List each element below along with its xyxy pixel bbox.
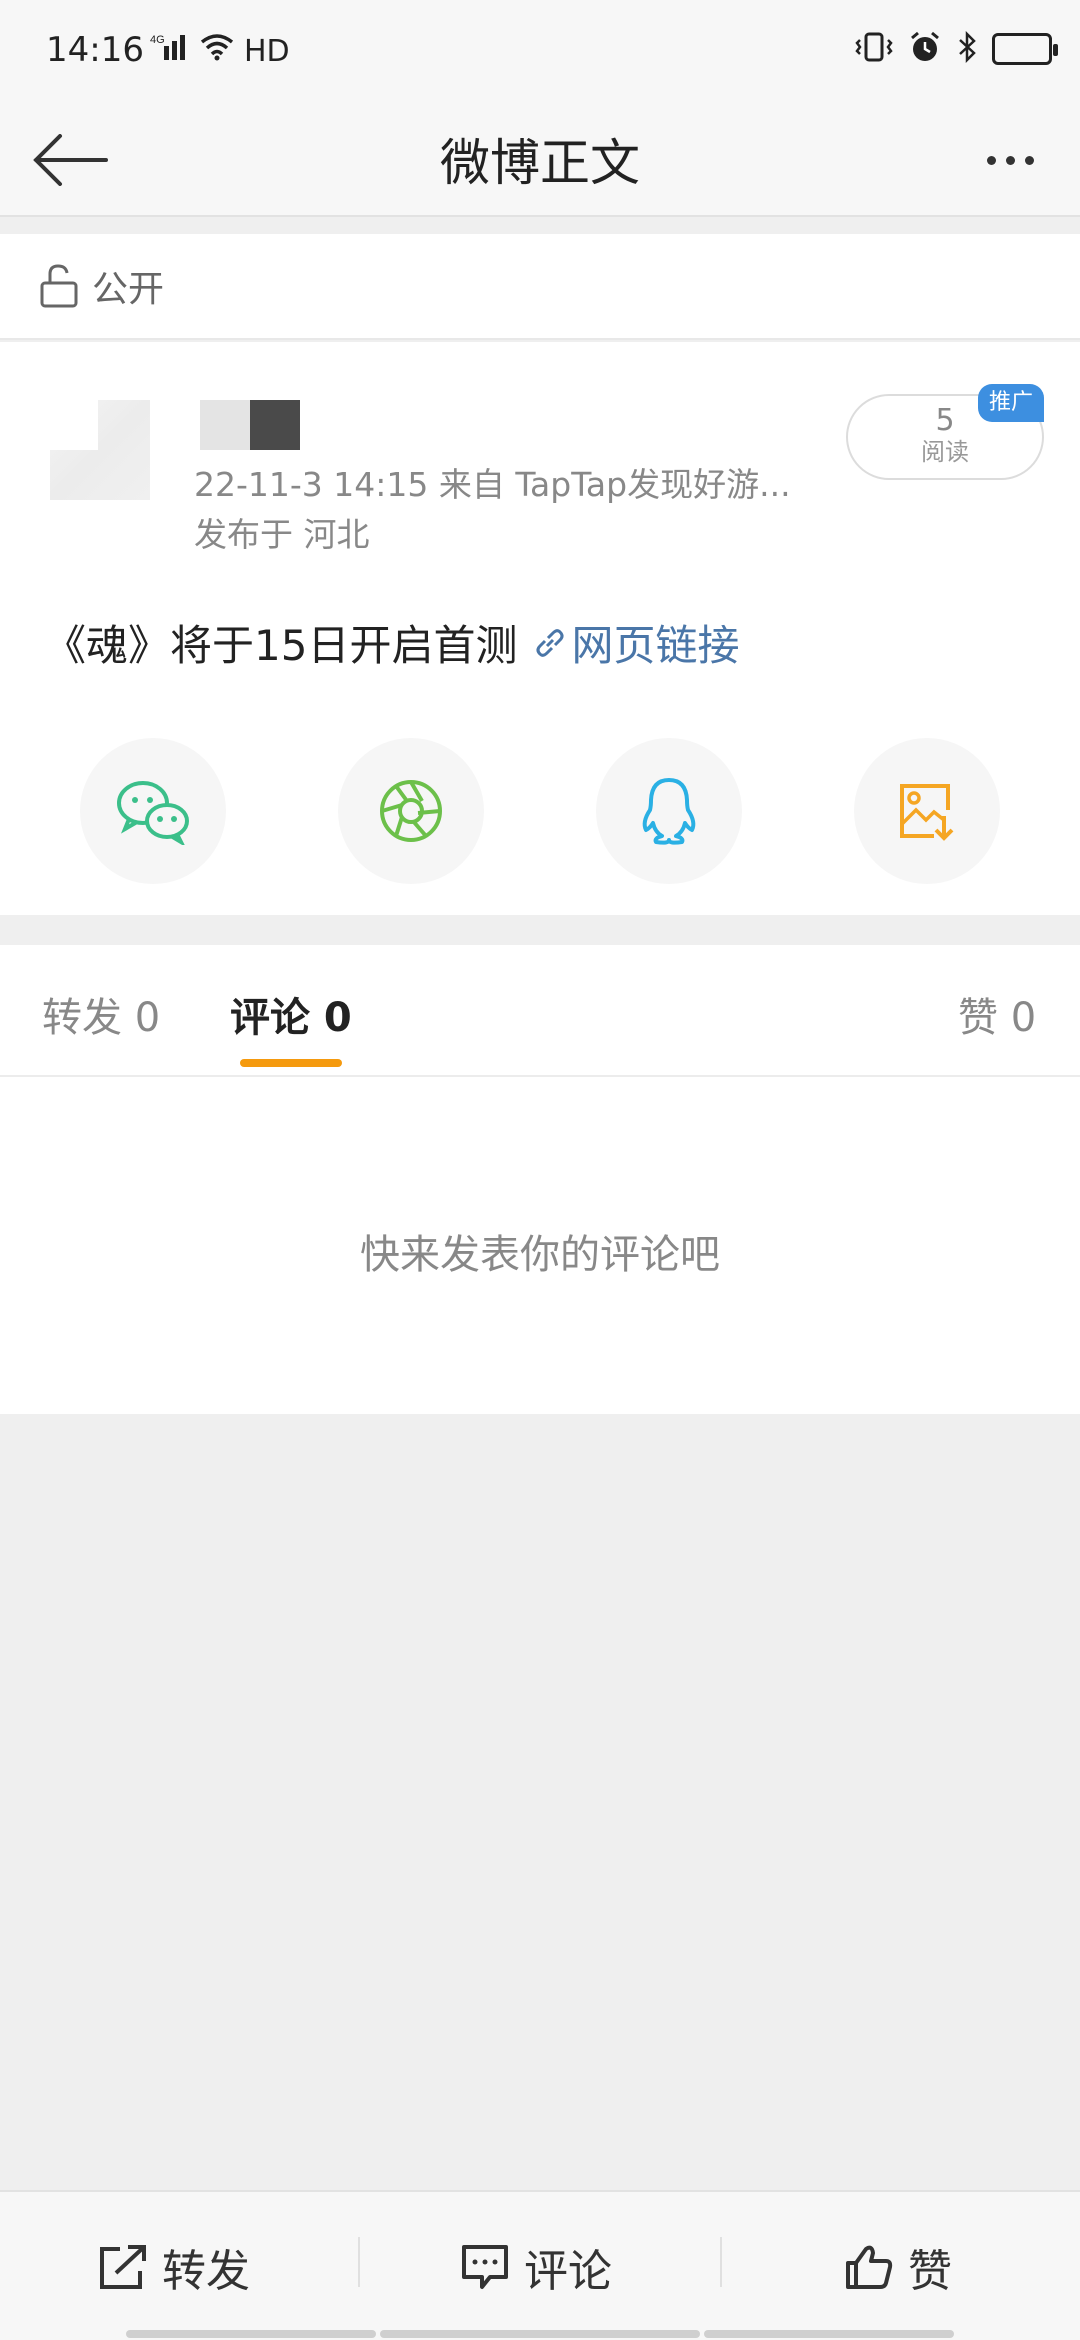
post-text: 《魂》将于15日开启首测 网页链接 [44, 612, 739, 673]
wifi-icon [200, 33, 234, 69]
comment-button[interactable]: 评论 [460, 2192, 612, 2340]
header: 微博正文 [0, 105, 1080, 217]
save-image-button[interactable] [854, 738, 1000, 884]
post-card: 22-11-3 14:15 来自 TapTap发现好游... 发布于 河北 5 … [0, 342, 1080, 915]
thumbs-up-icon [846, 2245, 893, 2289]
avatar[interactable] [50, 400, 150, 500]
tabs-bar: 转发 0 评论 0 赞 0 [0, 945, 1080, 1077]
vibrate-icon [854, 31, 894, 67]
home-indicator [0, 2330, 1080, 2340]
empty-comments-hint: 快来发表你的评论吧 [360, 1232, 720, 1278]
share-out-icon [100, 2245, 146, 2289]
more-dots-icon [986, 155, 996, 165]
divider [358, 2237, 360, 2287]
status-time: 14:16 [46, 30, 144, 70]
more-button[interactable] [965, 125, 1055, 195]
unlock-icon [40, 264, 78, 308]
active-tab-indicator [240, 1059, 342, 1067]
share-wechat-button[interactable] [80, 738, 226, 884]
web-link-label: 网页链接 [571, 621, 740, 670]
post-body: 《魂》将于15日开启首测 [44, 621, 518, 670]
bottom-action-bar: 转发 评论 赞 [0, 2190, 1080, 2340]
share-moments-button[interactable] [338, 738, 484, 884]
save-image-icon [900, 784, 954, 841]
battery-icon [992, 33, 1058, 65]
username-redacted[interactable] [200, 400, 300, 450]
like-label: 赞 [908, 2246, 952, 2297]
network-type: 4G [150, 34, 165, 46]
qq-icon [642, 778, 696, 845]
tab-comment[interactable]: 评论 0 [230, 985, 352, 1043]
reads-label: 阅读 [921, 438, 969, 466]
status-bar: 14:16 4G HD [0, 0, 1080, 105]
link-icon [536, 628, 564, 657]
tab-like[interactable]: 赞 0 [958, 985, 1036, 1043]
promo-tag[interactable]: 推广 [978, 384, 1044, 422]
post-meta: 22-11-3 14:15 来自 TapTap发现好游... 发布于 河北 [194, 460, 791, 560]
post-location: 发布于 河北 [194, 515, 370, 554]
visibility-row: 公开 [0, 234, 1080, 340]
status-left-icons: 4G HD [150, 32, 290, 70]
share-qq-button[interactable] [596, 738, 742, 884]
tab-repost[interactable]: 转发 0 [42, 985, 160, 1043]
comments-area: 快来发表你的评论吧 [0, 1077, 1080, 1414]
repost-label: 转发 [162, 2246, 250, 2297]
signal-icon: 4G [150, 32, 190, 70]
repost-button[interactable]: 转发 [98, 2192, 250, 2340]
web-link[interactable]: 网页链接 [533, 612, 739, 673]
divider [720, 2237, 722, 2287]
reads-badge[interactable]: 5 阅读 推广 [846, 384, 1044, 480]
post-time-source: 22-11-3 14:15 来自 TapTap发现好游... [194, 465, 791, 504]
wechat-icon [117, 781, 189, 845]
alarm-icon [908, 30, 942, 68]
page: 14:16 4G HD 微博正文 公开 22-11-3 14:15 来自 Tap… [0, 0, 1080, 2340]
like-button[interactable]: 赞 [844, 2192, 952, 2340]
moments-icon [380, 780, 442, 842]
hd-label: HD [244, 33, 290, 69]
status-right-icons [854, 30, 1058, 68]
comment-icon [462, 2245, 508, 2289]
bluetooth-icon [956, 30, 978, 67]
page-title: 微博正文 [440, 134, 640, 192]
visibility-label: 公开 [92, 269, 165, 310]
comment-label: 评论 [524, 2246, 612, 2297]
share-row [0, 738, 1080, 888]
